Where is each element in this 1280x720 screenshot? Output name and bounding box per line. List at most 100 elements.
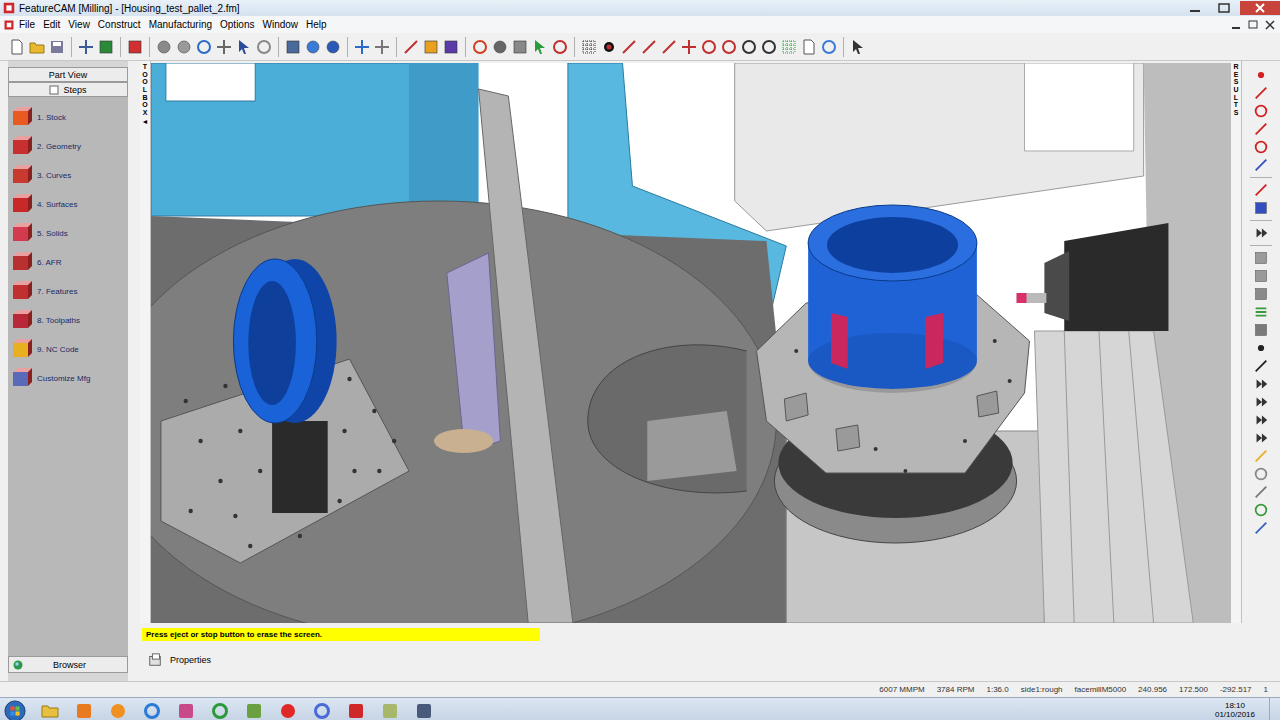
check-icon[interactable]	[1253, 200, 1269, 216]
child-restore-icon[interactable]	[1246, 19, 1260, 31]
toolbox-tab[interactable]: TOOLBOX◄	[140, 61, 151, 623]
shade-icon[interactable]	[511, 38, 529, 56]
browser-button[interactable]: Browser	[8, 656, 128, 673]
layers-icon[interactable]	[780, 38, 798, 56]
document-menu-icon[interactable]	[3, 19, 15, 31]
stop-icon[interactable]	[1253, 340, 1269, 356]
step-icon[interactable]	[1253, 412, 1269, 428]
eject-icon[interactable]	[1253, 225, 1269, 241]
start-button-icon[interactable]	[4, 700, 26, 720]
maximize-icon[interactable]	[1211, 1, 1237, 15]
sim-icon[interactable]	[1253, 322, 1269, 338]
explorer-icon[interactable]	[40, 701, 60, 720]
new-file-icon[interactable]	[8, 38, 26, 56]
spreadsheet-icon[interactable]	[244, 701, 264, 720]
step-arrow-icon[interactable]	[531, 38, 549, 56]
tool-app-icon[interactable]	[414, 701, 434, 720]
measure-icon[interactable]	[402, 38, 420, 56]
properties-button[interactable]: Properties	[148, 653, 211, 667]
results-tab[interactable]: RESULTS	[1231, 61, 1242, 623]
step-item[interactable]: 6. AFR	[10, 250, 128, 274]
sidebar-header[interactable]: Part View	[8, 67, 128, 82]
dimension-icon[interactable]	[1253, 157, 1269, 173]
outlook-icon[interactable]	[74, 701, 94, 720]
child-minimize-icon[interactable]	[1229, 19, 1243, 31]
toolpath-icon[interactable]	[1253, 304, 1269, 320]
open-folder-icon[interactable]	[28, 38, 46, 56]
step-item[interactable]: 2. Geometry	[10, 134, 128, 158]
media-player-icon[interactable]	[108, 701, 128, 720]
step-item[interactable]: 7. Features	[10, 279, 128, 303]
apple-icon[interactable]	[278, 701, 298, 720]
step-item[interactable]: 3. Curves	[10, 163, 128, 187]
help-icon[interactable]	[304, 38, 322, 56]
document-icon[interactable]	[800, 38, 818, 56]
point-icon[interactable]	[1253, 67, 1269, 83]
pin-icon[interactable]	[620, 38, 638, 56]
solid-view-icon[interactable]	[1253, 286, 1269, 302]
show-desktop-button[interactable]	[1269, 698, 1280, 720]
menu-item[interactable]: Edit	[39, 19, 64, 30]
pencil-icon[interactable]	[422, 38, 440, 56]
rotate-icon[interactable]	[255, 38, 273, 56]
settings-icon[interactable]	[1253, 466, 1269, 482]
mill-icon[interactable]	[1253, 520, 1269, 536]
refresh-icon[interactable]	[820, 38, 838, 56]
cursor-icon[interactable]	[849, 38, 867, 56]
select-arrow-icon[interactable]	[235, 38, 253, 56]
close-x-icon[interactable]	[215, 38, 233, 56]
notes-icon[interactable]	[380, 701, 400, 720]
circle-point-icon[interactable]	[700, 38, 718, 56]
sidebar-header[interactable]: Steps	[8, 82, 128, 97]
target-icon[interactable]	[720, 38, 738, 56]
wrench-icon[interactable]	[1253, 484, 1269, 500]
menu-item[interactable]: File	[15, 19, 39, 30]
curve-icon[interactable]	[1253, 502, 1269, 518]
taskbar-clock[interactable]: 18:1001/10/2016	[1215, 702, 1255, 720]
menu-item[interactable]: View	[64, 19, 94, 30]
snap-grid-icon[interactable]	[373, 38, 391, 56]
eraser-icon[interactable]	[126, 38, 144, 56]
line-icon[interactable]	[1253, 85, 1269, 101]
point-icon[interactable]	[600, 38, 618, 56]
minimize-icon[interactable]	[1182, 1, 1208, 15]
rotate-view-icon[interactable]	[471, 38, 489, 56]
step-forward-icon[interactable]	[1253, 394, 1269, 410]
step-item[interactable]: Customize Mfg	[10, 366, 128, 390]
zoom-out-icon[interactable]	[155, 38, 173, 56]
itunes-icon[interactable]	[312, 701, 332, 720]
slash-icon[interactable]	[660, 38, 678, 56]
pause-icon[interactable]	[1253, 358, 1269, 374]
info-icon[interactable]	[324, 38, 342, 56]
chrome-icon[interactable]	[210, 701, 230, 720]
reset-icon[interactable]	[551, 38, 569, 56]
cube-icon[interactable]	[97, 38, 115, 56]
circle-icon[interactable]	[740, 38, 758, 56]
wizard-icon[interactable]	[77, 38, 95, 56]
step-item[interactable]: 1. Stock	[10, 105, 128, 129]
step-item[interactable]: 8. Toolpaths	[10, 308, 128, 332]
menu-item[interactable]: Help	[302, 19, 331, 30]
view-icon[interactable]	[1253, 250, 1269, 266]
step-item[interactable]: 5. Solids	[10, 221, 128, 245]
internet-explorer-icon[interactable]	[142, 701, 162, 720]
end-icon[interactable]	[1253, 430, 1269, 446]
close-icon[interactable]	[1240, 1, 1280, 15]
step-item[interactable]: 9. NC Code	[10, 337, 128, 361]
paint-icon[interactable]	[176, 701, 196, 720]
zoom-in-icon[interactable]	[175, 38, 193, 56]
arc-icon[interactable]	[760, 38, 778, 56]
simulation-icon[interactable]	[284, 38, 302, 56]
pin-up-icon[interactable]	[640, 38, 658, 56]
circle-icon[interactable]	[1253, 103, 1269, 119]
menu-item[interactable]: Options	[216, 19, 258, 30]
menu-item[interactable]: Manufacturing	[145, 19, 216, 30]
featurecam-icon[interactable]	[346, 701, 366, 720]
menu-item[interactable]: Construct	[94, 19, 145, 30]
grid-icon[interactable]	[580, 38, 598, 56]
menu-item[interactable]: Window	[259, 19, 303, 30]
3d-viewport[interactable]	[151, 63, 1231, 623]
arc-icon[interactable]	[1253, 139, 1269, 155]
box-icon[interactable]	[442, 38, 460, 56]
tool-icon[interactable]	[1253, 448, 1269, 464]
